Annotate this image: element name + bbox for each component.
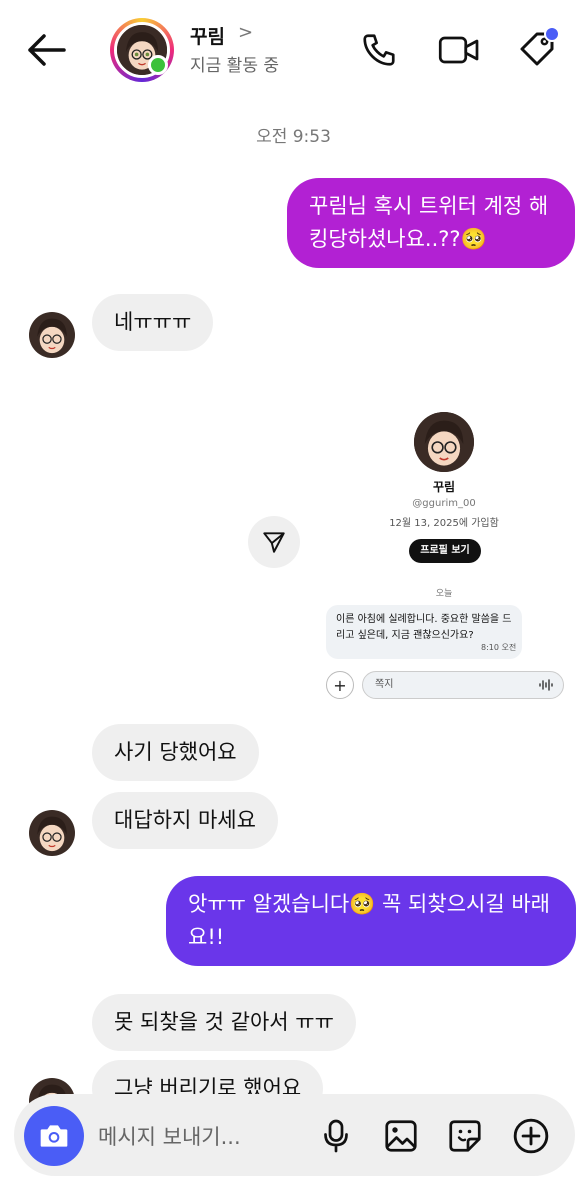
incoming-message[interactable]: 네ㅠㅠㅠ <box>92 294 214 351</box>
shared-dm-time: 8:10 오전 <box>481 643 517 652</box>
plus-circle-icon <box>513 1118 549 1154</box>
image-icon <box>385 1120 417 1152</box>
incoming-message[interactable]: 사기 당했어요 <box>92 724 259 781</box>
video-camera-icon <box>438 36 479 64</box>
incoming-message[interactable]: 못 되찾을 것 같아서 ㅠㅠ <box>92 994 356 1051</box>
avatar-illustration <box>414 412 474 472</box>
voice-message-button[interactable] <box>316 1114 356 1158</box>
message-input[interactable]: 메시지 보내기... <box>98 1121 241 1151</box>
chat-header: 꾸림 > 지금 활동 중 <box>0 0 587 100</box>
voice-call-button[interactable] <box>355 26 403 74</box>
arrow-left-icon <box>28 34 66 66</box>
outgoing-message[interactable]: 꾸림님 혹시 트위터 계정 해킹당하셨나요..??🥺 <box>287 178 575 268</box>
online-indicator <box>148 55 168 75</box>
phone-icon <box>363 34 395 66</box>
share-button[interactable] <box>248 516 300 568</box>
contact-name[interactable]: 꾸림 <box>190 22 225 49</box>
shared-input-placeholder: 쪽지 <box>375 679 394 690</box>
shared-day-label: 오늘 <box>435 589 453 599</box>
outgoing-message[interactable]: 앗ㅠㅠ 알겠습니다🥺 꼭 되찾으시길 바래요!! <box>166 876 576 966</box>
activity-status: 지금 활동 중 <box>190 56 280 76</box>
gallery-button[interactable] <box>380 1114 422 1158</box>
avatar-illustration <box>29 312 75 358</box>
shared-image[interactable]: 꾸림 @ggurim_00 12월 13, 2025에 가입함 프로필 보기 오… <box>318 398 570 708</box>
incoming-message[interactable]: 대답하지 마세요 <box>92 792 278 849</box>
message-timestamp: 오전 9:53 <box>256 127 331 147</box>
shared-input-field: 쪽지 <box>362 671 564 699</box>
camera-button[interactable] <box>24 1106 84 1166</box>
view-profile-button: 프로필 보기 <box>409 539 481 563</box>
more-options-button[interactable] <box>508 1114 554 1158</box>
sticker-icon <box>449 1120 481 1152</box>
video-call-button[interactable] <box>433 26 485 74</box>
shared-profile-name: 꾸림 <box>432 480 456 494</box>
shared-profile-handle: @ggurim_00 <box>412 498 476 509</box>
shared-profile-joined: 12월 13, 2025에 가입함 <box>389 518 499 529</box>
sender-avatar[interactable] <box>29 312 75 358</box>
sender-avatar[interactable] <box>29 810 75 856</box>
chevron-right-icon: > <box>238 22 254 43</box>
send-icon <box>263 532 285 553</box>
back-button[interactable] <box>20 26 72 74</box>
waveform-icon <box>539 679 553 691</box>
notification-dot <box>544 26 560 42</box>
shared-profile-avatar <box>414 412 474 472</box>
camera-icon <box>40 1125 68 1147</box>
sticker-button[interactable] <box>444 1114 486 1158</box>
shared-plus-icon: + <box>326 671 354 699</box>
shared-dm-text: 이른 아침에 실례합니다. 중요한 말씀을 드리고 싶은데, 지금 괜찮으신가요… <box>336 614 512 641</box>
tag-button[interactable] <box>512 24 562 74</box>
microphone-icon <box>324 1119 348 1153</box>
avatar-illustration <box>29 810 75 856</box>
